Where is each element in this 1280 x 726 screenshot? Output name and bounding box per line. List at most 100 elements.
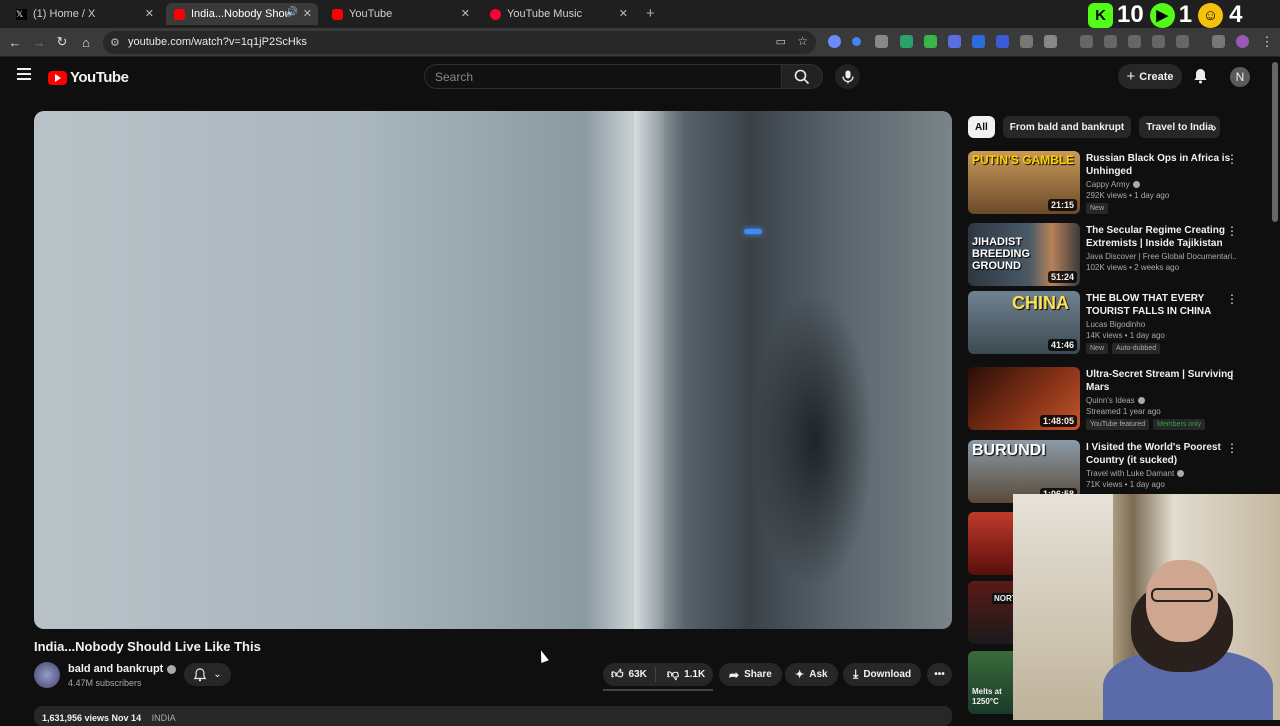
extension-icon[interactable] [924, 35, 937, 48]
back-icon[interactable]: ← [7, 34, 23, 50]
thumbnail-text: PUTIN'S GAMBLE [972, 153, 1075, 167]
dislike-button[interactable]: 👎︎ 1.1K [661, 667, 711, 682]
menu-kebab-icon[interactable]: ⋮ [1259, 34, 1275, 50]
video-thumbnail[interactable] [968, 512, 1013, 575]
webcam-background [1013, 494, 1113, 720]
verified-check-icon [1177, 470, 1185, 477]
new-tab-icon[interactable]: + [646, 5, 655, 22]
kick-logo-icon: K [1088, 2, 1113, 28]
video-thumbnail[interactable]: PUTIN'S GAMBLE 21:15 [968, 151, 1080, 214]
video-thumbnail[interactable]: 1:48:05 [968, 367, 1080, 430]
extension-icon[interactable] [1020, 35, 1033, 48]
more-vertical-icon[interactable]: ⋮ [1226, 442, 1238, 454]
video-thumbnail[interactable]: CHINA 41:46 [968, 291, 1080, 354]
video-thumbnail[interactable]: Melts at 1250°C [968, 651, 1013, 714]
profile-icon[interactable] [1236, 35, 1249, 48]
video-frame-detail [744, 229, 762, 234]
more-vertical-icon[interactable]: ⋮ [1226, 225, 1238, 237]
more-vertical-icon[interactable]: ⋮ [1226, 369, 1238, 381]
close-tab-icon[interactable]: ✕ [619, 7, 628, 20]
search-input[interactable]: Search [424, 64, 781, 89]
sidepanel-icon[interactable] [1176, 35, 1189, 48]
cast-icon[interactable]: ▭ [776, 35, 786, 48]
mouse-cursor-icon [537, 648, 549, 664]
extension-icon[interactable] [852, 37, 861, 46]
toolbar-icon[interactable] [1104, 35, 1117, 48]
chip-all[interactable]: All [968, 116, 995, 138]
hashtag[interactable]: INDIA [152, 713, 176, 723]
overlay-count-b: 1 [1178, 1, 1193, 28]
downloads-icon[interactable] [1212, 35, 1225, 48]
more-vertical-icon[interactable]: ⋮ [1226, 293, 1238, 305]
youtube-logo-text: YouTube [70, 69, 129, 86]
play-logo-icon: ▶ [1149, 2, 1175, 28]
more-actions-button[interactable]: ••• [927, 663, 952, 686]
close-tab-icon[interactable]: ✕ [145, 7, 154, 20]
share-button[interactable]: ➦ Share [719, 663, 782, 686]
account-avatar[interactable]: N [1230, 67, 1250, 87]
hamburger-menu-icon[interactable] [17, 68, 31, 80]
channel-avatar[interactable] [34, 662, 60, 688]
home-icon[interactable]: ⌂ [78, 34, 94, 50]
url-text: youtube.com/watch?v=1q1jP2ScHks [128, 36, 307, 48]
members-only-badge: Members only [1153, 419, 1206, 430]
create-button[interactable]: + Create [1118, 64, 1182, 89]
search-button[interactable] [781, 64, 823, 89]
more-vertical-icon[interactable]: ⋮ [1226, 153, 1238, 165]
filter-chips: All From bald and bankrupt Travel to Ind… [968, 116, 1221, 138]
close-tab-icon[interactable]: ✕ [303, 7, 312, 20]
notifications-bell-icon [194, 667, 207, 681]
youtube-logo[interactable]: YouTube [48, 69, 129, 86]
video-thumbnail[interactable]: NORT [968, 581, 1019, 644]
reading-list-icon[interactable] [1152, 35, 1165, 48]
thumbnail-text: CHINA [1012, 293, 1069, 313]
verified-check-icon [167, 664, 177, 674]
recommendation-item[interactable]: 1:48:05 Ultra-Secret Stream | Surviving … [968, 367, 1268, 433]
duration-badge: 1:48:05 [1039, 415, 1077, 427]
page-scrollbar[interactable] [1272, 62, 1278, 222]
video-thumbnail[interactable]: JIHADIST BREEDING GROUND 51:24 [968, 223, 1080, 286]
devtools-icon[interactable] [1128, 35, 1141, 48]
subscribed-notifications-button[interactable]: ⌄ [184, 663, 231, 686]
extension-icon[interactable] [900, 35, 913, 48]
extensions-puzzle-icon[interactable] [1044, 35, 1057, 48]
browser-tab-youtube-music[interactable]: YouTube Music ✕ [482, 3, 634, 25]
extension-icon[interactable] [828, 35, 841, 48]
create-label: Create [1139, 70, 1174, 83]
extension-icon[interactable] [996, 35, 1009, 48]
chevron-right-icon[interactable]: › [1212, 119, 1217, 135]
notifications-bell-icon[interactable] [1193, 68, 1208, 84]
recommendation-item[interactable]: JIHADIST BREEDING GROUND 51:24 The Secul… [968, 223, 1268, 289]
video-player[interactable] [34, 111, 952, 629]
share-label: Share [744, 669, 772, 680]
browser-toolbar: ← → ↻ ⌂ ⚙ youtube.com/watch?v=1q1jP2ScHk… [0, 28, 1280, 57]
audio-playing-icon[interactable]: 🔊 [286, 7, 298, 18]
site-info-icon[interactable]: ⚙ [110, 36, 120, 49]
download-button[interactable]: ⤓ Download [843, 663, 922, 686]
bookmark-star-icon[interactable]: ☆ [797, 34, 808, 48]
browser-tab-video[interactable]: India...Nobody Should Live 🔊 ✕ [166, 3, 318, 25]
browser-tab-strip: 𝕏 (1) Home / X ✕ India...Nobody Should L… [0, 0, 1280, 28]
reload-icon[interactable]: ↻ [54, 34, 70, 50]
like-button[interactable]: 👍︎ 63K [603, 667, 656, 682]
close-tab-icon[interactable]: ✕ [461, 7, 470, 20]
voice-search-button[interactable] [835, 64, 860, 89]
address-bar[interactable]: ⚙ youtube.com/watch?v=1q1jP2ScHks ▭ ☆ [103, 31, 816, 54]
download-icon: ⤓ [853, 667, 859, 681]
forward-icon[interactable]: → [31, 34, 47, 50]
ask-button[interactable]: ✦ Ask [785, 663, 838, 686]
extension-icon[interactable] [875, 35, 888, 48]
recommendation-title: I Visited the World's Poorest Country (i… [1086, 442, 1221, 466]
channel-name: bald and bankrupt [68, 663, 164, 675]
history-icon[interactable] [1080, 35, 1093, 48]
browser-tab-x[interactable]: 𝕏 (1) Home / X ✕ [8, 3, 160, 25]
recommendation-item[interactable]: CHINA 41:46 THE BLOW THAT EVERY TOURIST … [968, 291, 1268, 357]
extension-icon[interactable] [948, 35, 961, 48]
description-box[interactable]: 1,631,956 views Nov 14 INDIA [34, 706, 952, 726]
browser-tab-youtube[interactable]: YouTube ✕ [324, 3, 476, 25]
chip-from-channel[interactable]: From bald and bankrupt [1002, 116, 1132, 138]
recommendation-item[interactable]: PUTIN'S GAMBLE 21:15 Russian Black Ops i… [968, 151, 1268, 217]
extension-icon[interactable] [972, 35, 985, 48]
channel-name-row[interactable]: bald and bankrupt [68, 663, 177, 675]
chip-travel-to-india[interactable]: Travel to India [1139, 116, 1221, 138]
